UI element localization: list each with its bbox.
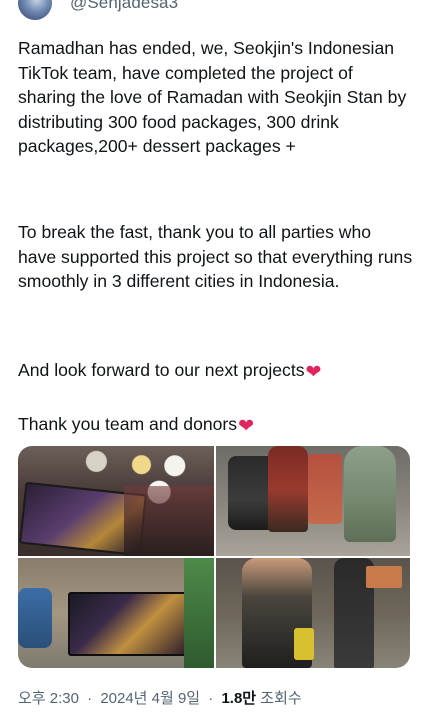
photo-2[interactable] (216, 446, 410, 556)
photo-3[interactable] (18, 558, 214, 668)
heart-icon: ❤ (238, 415, 255, 437)
tweet-paragraph-4-text: Thank you team and donors (18, 414, 238, 434)
tweet-meta: 오후 2:30 · 2024년 4월 9일 · 1.8만 조회수 (18, 687, 302, 708)
avatar[interactable] (18, 0, 52, 20)
cart-image (308, 454, 342, 524)
tweet-header: @Senjadesa3 (18, 0, 178, 20)
woman-image (344, 446, 396, 542)
tweet-time[interactable]: 오후 2:30 (18, 690, 79, 707)
views-count[interactable]: 1.8만 (221, 690, 256, 707)
media-grid (18, 446, 410, 668)
tweet-paragraph-2: To break the fast, thank you to all part… (18, 222, 413, 292)
photo-4[interactable] (216, 558, 410, 668)
tweet-date[interactable]: 2024년 4월 9일 (100, 690, 200, 707)
views-label: 조회수 (260, 690, 302, 707)
tweet-paragraph-3-text: And look forward to our next projects (18, 360, 305, 380)
shelf-image (184, 558, 214, 668)
meta-separator: · (87, 690, 93, 707)
tweet-paragraph-1: Ramadhan has ended, we, Seokjin's Indone… (18, 38, 407, 157)
tweet-paragraph-4: Thank you team and donors❤ (18, 412, 414, 437)
tweet-paragraph-3: And look forward to our next projects❤ (18, 358, 414, 383)
person-image (268, 446, 308, 532)
tweet: @Senjadesa3 Ramadhan has ended, we, Seok… (0, 0, 428, 720)
banner-image (68, 592, 190, 656)
boots-image (294, 628, 314, 660)
heart-icon: ❤ (305, 361, 322, 383)
meta-separator: · (208, 690, 214, 707)
photo-1[interactable] (18, 446, 214, 556)
user-handle[interactable]: @Senjadesa3 (70, 0, 178, 13)
motorbike-image (18, 588, 52, 648)
crowd-image (124, 486, 214, 556)
package-image (366, 566, 402, 588)
